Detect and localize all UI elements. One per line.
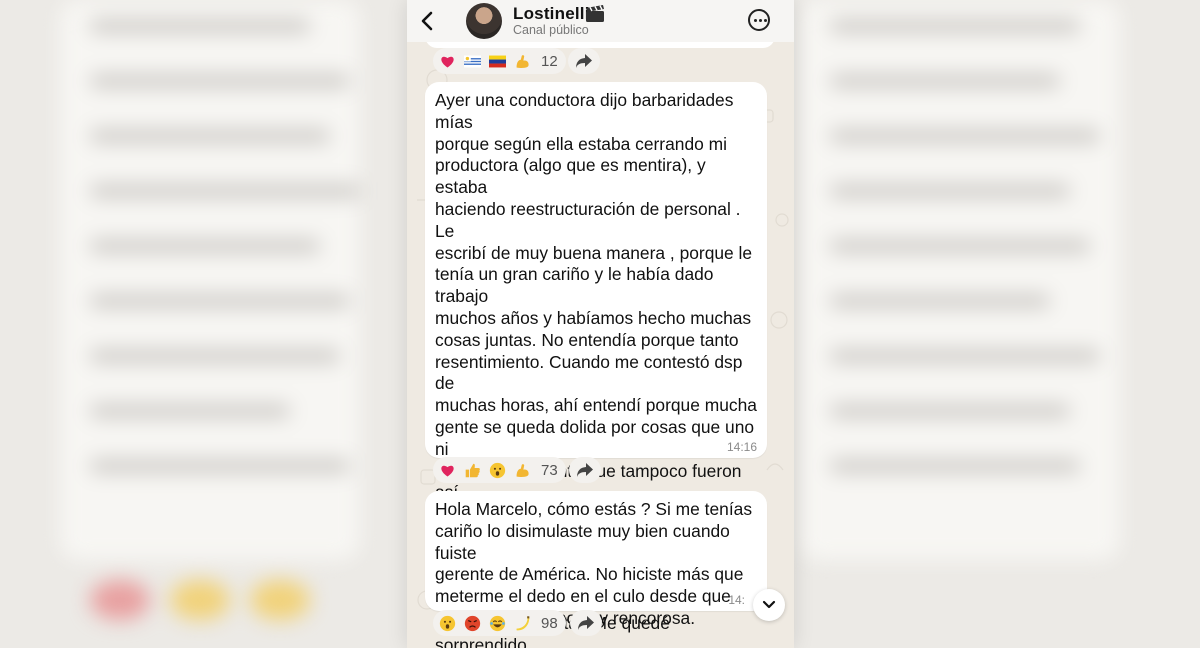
message-time: 14:16: [726, 440, 757, 454]
channel-name[interactable]: Lostinelli: [513, 4, 590, 24]
angry-face-icon: [464, 615, 481, 631]
share-arrow-icon: [578, 616, 594, 630]
channel-avatar[interactable]: [466, 3, 502, 39]
message-time: 14:: [728, 593, 745, 607]
clapperboard-icon: [586, 5, 604, 22]
share-arrow-icon: [577, 463, 593, 477]
channel-type: Canal público: [513, 23, 589, 37]
flexed-biceps-icon: [516, 54, 529, 68]
chevron-left-icon: [421, 11, 433, 31]
channel-header: Lostinelli Canal público: [407, 0, 794, 42]
message-bubble[interactable]: Ayer una conductora dijo barbaridades mí…: [425, 82, 767, 648]
message-bubble[interactable]: Hola Marcelo, cómo estás ? Si me tenías …: [425, 491, 767, 628]
heart-icon: [441, 56, 454, 67]
forward-button[interactable]: [570, 610, 602, 636]
reaction-count: 73: [541, 461, 558, 479]
more-options-button[interactable]: [748, 9, 770, 31]
reaction-count: 12: [541, 52, 558, 70]
reaction-count: 98: [541, 614, 558, 632]
message-reactions[interactable]: 73: [433, 457, 566, 483]
chevron-down-icon: [762, 600, 776, 609]
thumbs-up-icon: [465, 463, 480, 477]
uruguay-flag-icon: [464, 55, 481, 67]
flexed-biceps-icon: [516, 463, 529, 477]
scroll-to-bottom-button[interactable]: [753, 589, 785, 621]
message-reactions[interactable]: 98: [433, 610, 566, 636]
venezuela-flag-icon: [489, 55, 506, 67]
banana-icon: [516, 615, 530, 630]
message-reactions[interactable]: 12: [433, 48, 566, 74]
chat-window: Lostinelli Canal público 12 Ayer una con…: [407, 0, 794, 648]
forward-button[interactable]: [569, 457, 601, 483]
share-arrow-icon: [576, 54, 592, 68]
surprised-face-icon: [489, 462, 506, 478]
back-button[interactable]: [413, 7, 441, 35]
laughing-face-icon: [489, 615, 506, 631]
surprised-face-icon: [439, 615, 456, 631]
forward-button[interactable]: [568, 48, 600, 74]
heart-icon: [441, 465, 454, 476]
